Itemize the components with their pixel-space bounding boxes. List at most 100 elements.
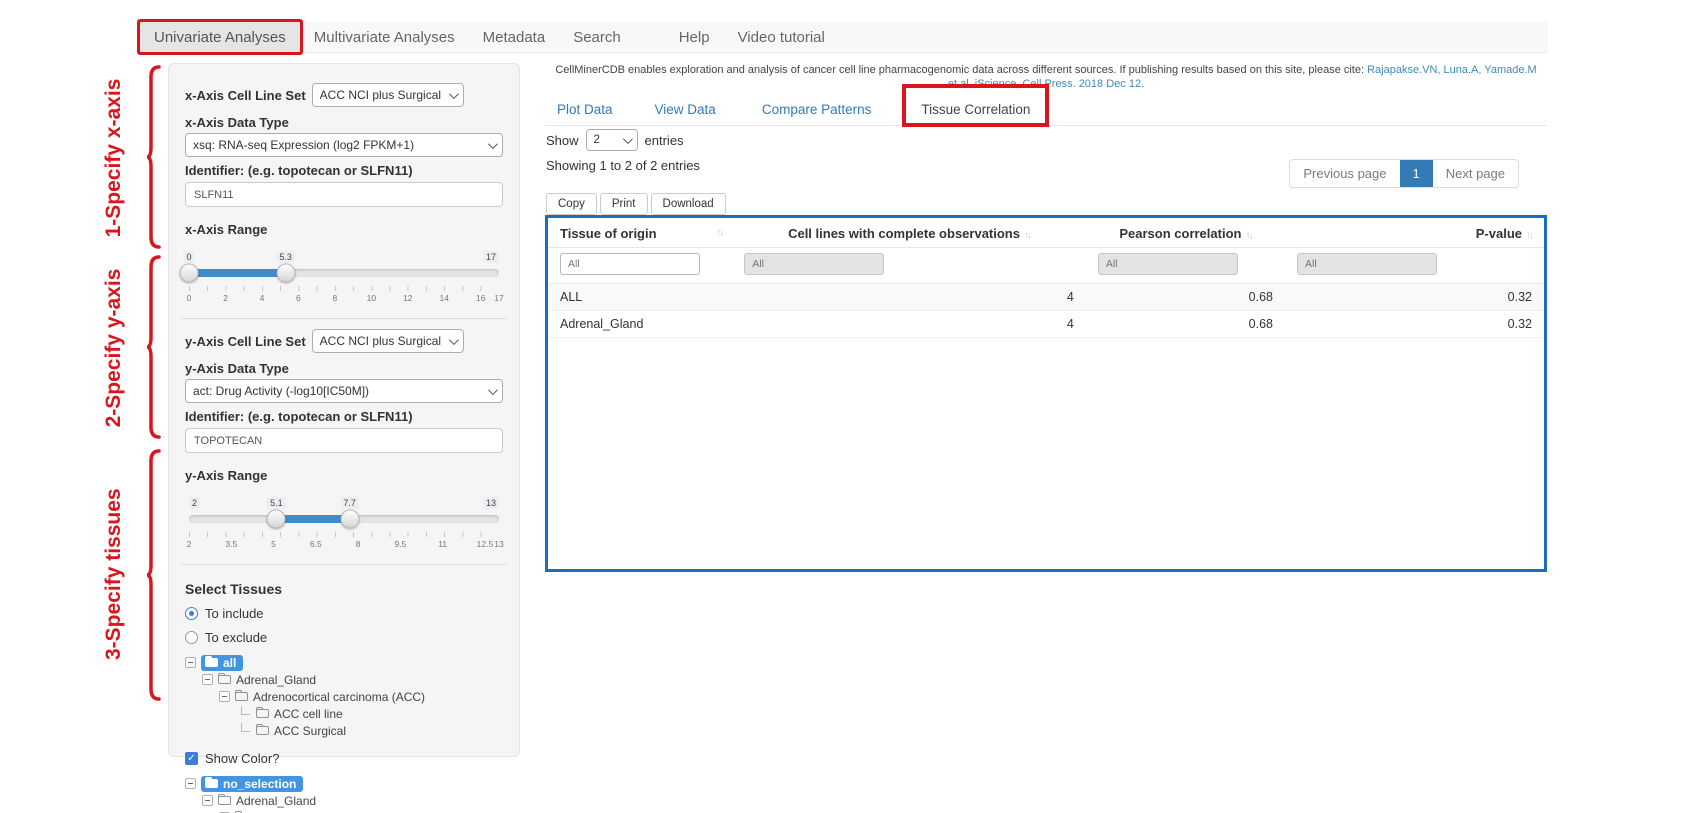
col-header-label: P-value [1476, 226, 1522, 241]
slider-handle-from[interactable] [267, 510, 286, 529]
col-header-pearson-correlation[interactable]: Pearson correlation↑↓ [1086, 218, 1285, 248]
download-button[interactable]: Download [651, 193, 726, 215]
col-header-label: Cell lines with complete observations [788, 226, 1020, 241]
x-identifier-label: Identifier: (e.g. topotecan or SLFN11) [185, 163, 503, 178]
collapse-icon[interactable] [202, 674, 213, 685]
radio-button-icon [185, 607, 198, 620]
tree-node-acc-cell-line[interactable]: ACC cell line [185, 706, 503, 721]
tree-node-acc[interactable]: Adrenocortical carcinoma (ACC) [185, 689, 503, 704]
select-tissues-heading: Select Tissues [185, 581, 503, 597]
sort-icon[interactable]: ↑↓ [716, 227, 722, 238]
pagination: Previous page 1 Next page [1289, 159, 1519, 188]
tree-node-adrenal-gland[interactable]: Adrenal_Gland [185, 672, 503, 687]
y-range-label: y-Axis Range [185, 468, 503, 483]
radio-to-exclude[interactable]: To exclude [185, 630, 503, 645]
slider-from-label: 5.1 [267, 497, 286, 509]
slider-track[interactable] [189, 269, 499, 277]
slider-max-label: 17 [483, 251, 499, 263]
tree-node-all[interactable]: all [185, 655, 503, 670]
radio-button-icon [185, 631, 198, 644]
next-page-button[interactable]: Next page [1433, 160, 1518, 187]
filter-tissue-of-origin[interactable] [560, 253, 700, 275]
folder-icon [235, 692, 248, 701]
slider-handle-to[interactable] [276, 264, 295, 283]
table-row: ALL 4 0.68 0.32 [548, 284, 1544, 311]
tree-node-label: Adrenal_Gland [236, 794, 316, 808]
tab-compare-patterns[interactable]: Compare Patterns [750, 97, 884, 125]
slider-handle-from[interactable] [180, 264, 199, 283]
citation-body: CellMinerCDB enables exploration and ana… [555, 64, 1364, 76]
print-button[interactable]: Print [600, 193, 648, 215]
y-cell-line-set-select[interactable]: ACC NCI plus Surgical [312, 329, 464, 353]
copy-button[interactable]: Copy [546, 193, 597, 215]
previous-page-button[interactable]: Previous page [1290, 160, 1399, 187]
chevron-down-icon [488, 139, 498, 149]
x-cell-line-set-select[interactable]: ACC NCI plus Surgical [312, 83, 464, 107]
radio-to-exclude-label: To exclude [205, 630, 267, 645]
y-data-type-value: act: Drug Activity (-log10[IC50M]) [193, 384, 369, 398]
nav-metadata[interactable]: Metadata [469, 22, 560, 52]
tree-node-no-selection[interactable]: no_selection [185, 776, 503, 791]
radio-to-include[interactable]: To include [185, 606, 503, 621]
collapse-icon[interactable] [202, 795, 213, 806]
tree-node-acc-surgical[interactable]: ACC Surgical [185, 723, 503, 738]
y-identifier-input[interactable] [185, 428, 503, 453]
tab-tissue-correlation[interactable]: Tissue Correlation [909, 97, 1042, 125]
slider-to-label: 7.7 [340, 497, 359, 509]
x-data-type-select[interactable]: xsq: RNA-seq Expression (log2 FPKM+1) [185, 133, 503, 157]
annotation-specify-x-axis: 1-Specify x-axis [102, 78, 126, 238]
divider [181, 318, 507, 319]
tab-plot-data[interactable]: Plot Data [545, 97, 625, 125]
x-cell-line-set-label: x-Axis Cell Line Set [185, 88, 306, 103]
annotation-bracket-y-axis [146, 254, 162, 440]
x-range-label: x-Axis Range [185, 222, 503, 237]
nav-help[interactable]: Help [665, 22, 724, 52]
folder-icon [205, 658, 218, 667]
tab-view-data[interactable]: View Data [643, 97, 728, 125]
show-entries-suffix: entries [645, 133, 684, 148]
slider-tickmarks [189, 532, 499, 537]
chevron-down-icon [622, 134, 632, 144]
x-axis-range-slider[interactable]: 0 5.3 17 024681012141617 [189, 251, 499, 304]
sidebar-controls: x-Axis Cell Line Set ACC NCI plus Surgic… [168, 63, 520, 757]
page-1-button[interactable]: 1 [1400, 160, 1433, 187]
table-filter-row [548, 248, 1544, 284]
cell-count: 4 [732, 284, 1086, 311]
nav-search[interactable]: Search [559, 22, 635, 52]
col-header-cell-lines[interactable]: Cell lines with complete observations ↑↓ [732, 218, 1086, 248]
cell-tissue: ALL [548, 284, 732, 311]
show-color-checkbox-row[interactable]: ✓ Show Color? [185, 751, 503, 766]
col-header-tissue-of-origin[interactable]: Tissue of origin↑↓ [548, 218, 732, 248]
y-axis-range-slider[interactable]: 2 5.1 7.7 13 23.556.589.51112.513 [189, 497, 499, 550]
slider-tick-labels: 23.556.589.51112.513 [189, 539, 499, 550]
sort-icon[interactable]: ↑↓ [1245, 230, 1251, 241]
citation-link[interactable]: Rajapakse.VN, Luna.A, Yamade.M [1367, 64, 1537, 76]
nav-univariate-analyses[interactable]: Univariate Analyses [140, 22, 300, 52]
sort-icon[interactable]: ↑↓ [1024, 230, 1030, 241]
slider-fill [276, 515, 349, 523]
collapse-icon[interactable] [219, 691, 230, 702]
slider-handle-to[interactable] [340, 510, 359, 529]
y-data-type-select[interactable]: act: Drug Activity (-log10[IC50M]) [185, 379, 503, 403]
x-data-type-value: xsq: RNA-seq Expression (log2 FPKM+1) [193, 138, 414, 152]
main-content: CellMinerCDB enables exploration and ana… [545, 63, 1547, 783]
annotation-specify-y-axis: 2-Specify y-axis [102, 268, 126, 428]
nav-multivariate-analyses[interactable]: Multivariate Analyses [300, 22, 469, 52]
collapse-icon[interactable] [185, 778, 196, 789]
top-navbar: Univariate Analyses Multivariate Analyse… [140, 22, 1548, 53]
x-identifier-input[interactable] [185, 182, 503, 207]
slider-tickmarks [189, 286, 499, 291]
entries-count-select[interactable]: 2 [586, 129, 638, 151]
sort-icon[interactable]: ↑↓ [1526, 230, 1532, 241]
cell-pvalue: 0.32 [1285, 284, 1544, 311]
tree-node-adrenal-gland[interactable]: Adrenal_Gland [185, 793, 503, 808]
tree-node-label: Adrenal_Gland [236, 673, 316, 687]
filter-pearson-correlation [1098, 253, 1238, 275]
nav-video-tutorial[interactable]: Video tutorial [724, 22, 839, 52]
table-info-text: Showing 1 to 2 of 2 entries [546, 158, 700, 173]
cell-pearson: 0.68 [1086, 284, 1285, 311]
collapse-icon[interactable] [185, 657, 196, 668]
annotation-bracket-x-axis [146, 64, 162, 250]
cell-tissue: Adrenal_Gland [548, 311, 732, 338]
col-header-p-value[interactable]: P-value ↑↓ [1285, 218, 1544, 248]
